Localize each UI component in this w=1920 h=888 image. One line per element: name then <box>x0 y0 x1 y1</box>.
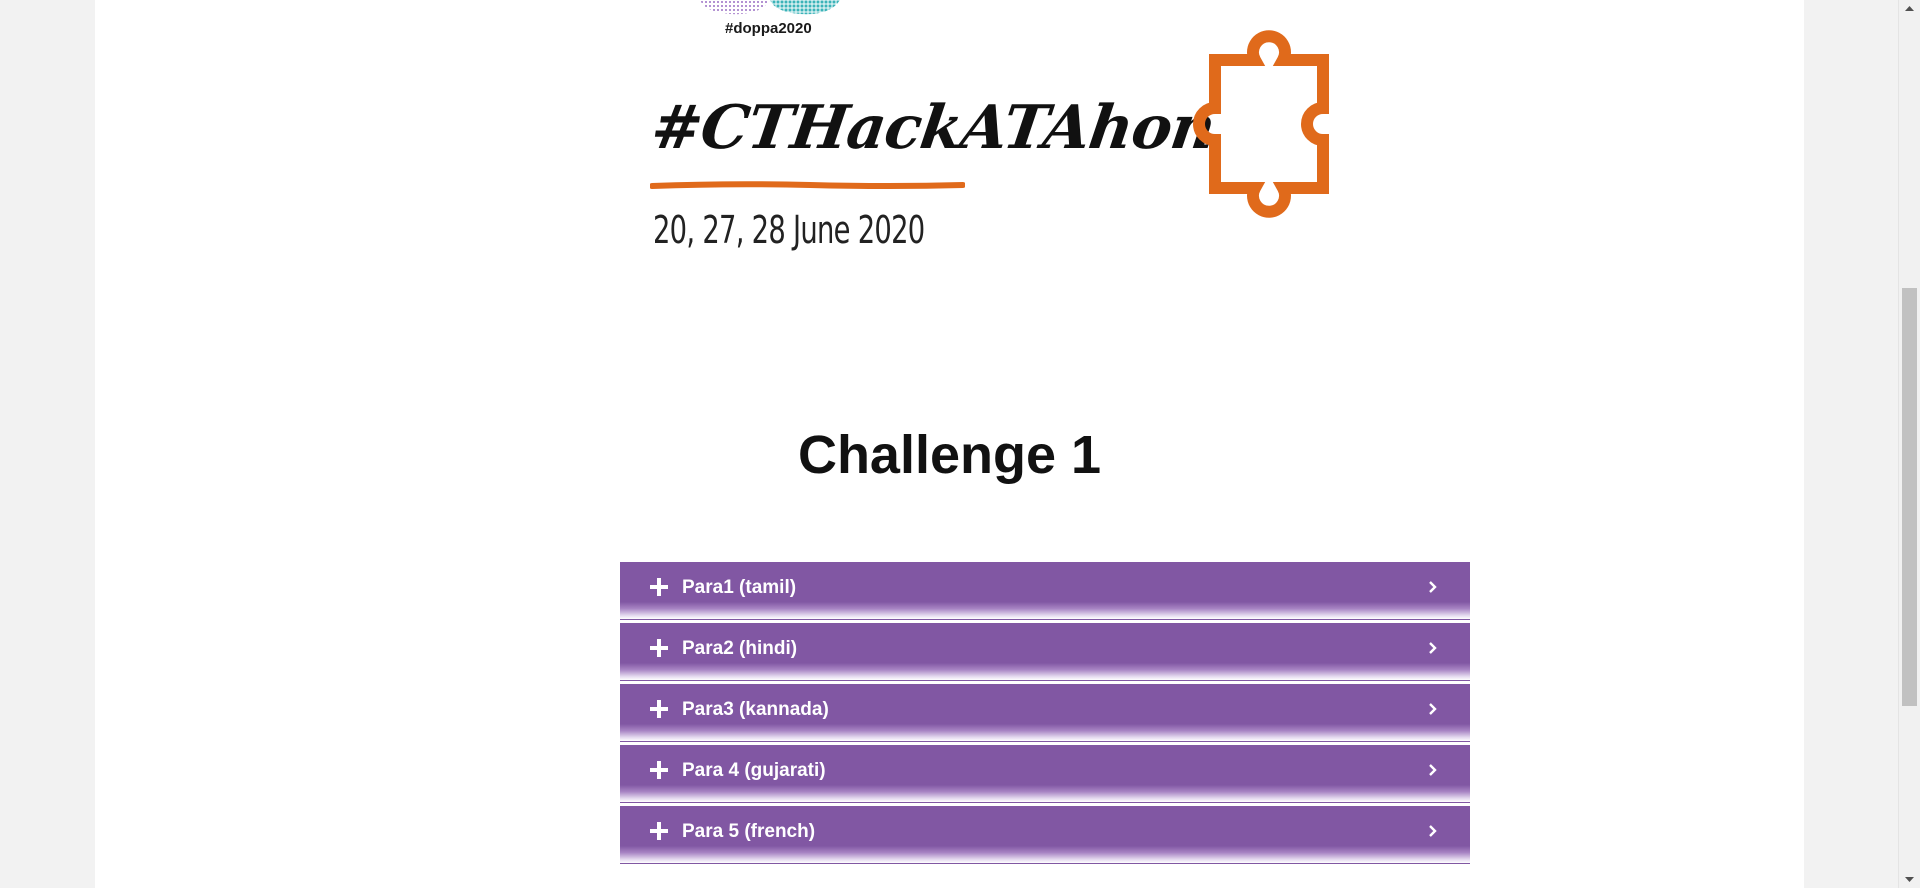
accordion-item-para4[interactable]: Para 4 (gujarati) <box>620 745 1470 803</box>
plus-icon <box>650 578 668 596</box>
accordion-item-label: Para 5 (french) <box>682 821 816 842</box>
accordion-item-label: Para1 (tamil) <box>682 577 797 598</box>
page-content: #doppa2020 #CTHackATAhon 20, 27, 28 June… <box>95 0 1804 888</box>
paragraph-accordion: Para1 (tamil) Para2 (hindi) Para3 (kanna… <box>620 562 1470 867</box>
doppa-logo-image <box>700 0 840 15</box>
chevron-right-icon <box>1429 703 1437 715</box>
chevron-right-icon <box>1429 581 1437 593</box>
challenge-title: Challenge 1 <box>797 425 1102 485</box>
chevron-right-icon <box>1429 642 1437 654</box>
accordion-item-para3[interactable]: Para3 (kannada) <box>620 684 1470 742</box>
plus-icon <box>650 822 668 840</box>
arrow-up-icon[interactable] <box>1903 2 1916 15</box>
chevron-right-icon <box>1429 825 1437 837</box>
hackathon-title: #CTHackATAhon <box>647 93 1219 163</box>
accordion-item-label: Para2 (hindi) <box>682 638 798 659</box>
accordion-item-label: Para3 (kannada) <box>682 699 829 720</box>
accordion-item-label: Para 4 (gujarati) <box>682 760 826 781</box>
accordion-item-para2[interactable]: Para2 (hindi) <box>620 623 1470 681</box>
accordion-item-para1[interactable]: Para1 (tamil) <box>620 562 1470 620</box>
accordion-item-para5[interactable]: Para 5 (french) <box>620 806 1470 864</box>
scrollbar-thumb[interactable] <box>1902 288 1917 706</box>
puzzle-piece-icon <box>1193 30 1329 218</box>
chevron-right-icon <box>1429 764 1437 776</box>
arrow-down-icon[interactable] <box>1903 873 1916 886</box>
plus-icon <box>650 761 668 779</box>
orange-underline <box>650 181 965 189</box>
doppa-hashtag: #doppa2020 <box>725 20 812 37</box>
vertical-scrollbar[interactable] <box>1898 0 1920 888</box>
event-dates: 20, 27, 28 June 2020 <box>653 208 925 252</box>
plus-icon <box>650 700 668 718</box>
plus-icon <box>650 639 668 657</box>
